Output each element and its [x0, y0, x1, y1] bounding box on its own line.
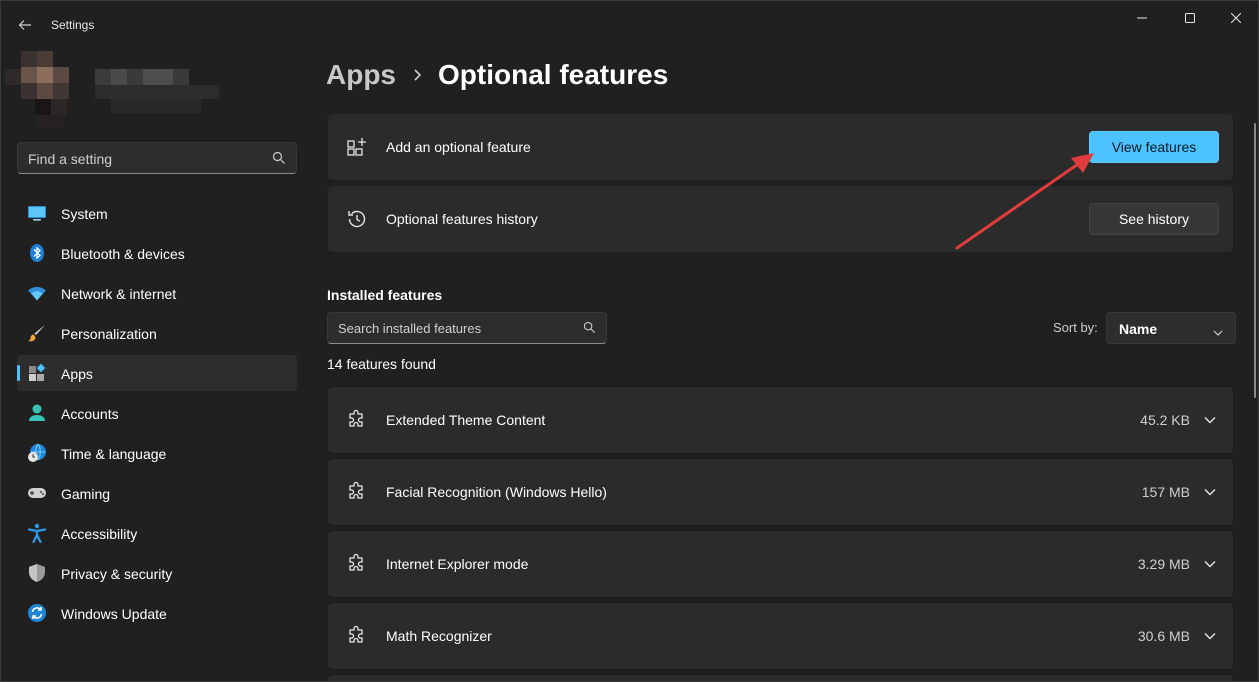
add-optional-feature-card: Add an optional feature View features [327, 113, 1234, 181]
chevron-down-icon[interactable] [1203, 413, 1217, 427]
chevron-down-icon [1213, 324, 1223, 342]
minimize-button[interactable] [1119, 1, 1165, 35]
features-found-count: 14 features found [327, 356, 436, 372]
feature-name: Extended Theme Content [386, 412, 546, 428]
apps-icon [27, 363, 47, 383]
sidebar-item-label: Apps [61, 366, 93, 382]
chevron-down-icon[interactable] [1203, 485, 1217, 499]
sidebar-item-accessibility[interactable]: Accessibility [17, 515, 297, 551]
sidebar-item-network[interactable]: Network & internet [17, 275, 297, 311]
sidebar-item-label: Gaming [61, 486, 111, 502]
sidebar-item-label: Accounts [61, 406, 119, 422]
sidebar-item-gaming[interactable]: Gaming [17, 475, 297, 511]
add-feature-label: Add an optional feature [386, 139, 531, 155]
installed-features-search-input[interactable]: Search installed features [327, 312, 607, 344]
sidebar-item-windows-update[interactable]: Windows Update [17, 595, 297, 631]
maximize-icon [1185, 13, 1195, 23]
sidebar-item-label: Bluetooth & devices [61, 246, 185, 262]
close-button[interactable] [1213, 1, 1258, 35]
sidebar-item-label: Personalization [61, 326, 157, 342]
sidebar-item-label: Time & language [61, 446, 167, 462]
sidebar-item-accounts[interactable]: Accounts [17, 395, 297, 431]
feature-row-partial[interactable] [327, 674, 1234, 681]
feature-name: Internet Explorer mode [386, 556, 529, 572]
gamepad-icon [27, 483, 47, 503]
search-icon [272, 151, 286, 170]
sort-by-value: Name [1119, 321, 1158, 337]
shield-icon [27, 563, 47, 583]
feature-name: Facial Recognition (Windows Hello) [386, 484, 607, 500]
settings-search-input[interactable]: Find a setting [17, 142, 297, 174]
sidebar-item-system[interactable]: System [17, 195, 297, 231]
puzzle-icon [346, 481, 368, 503]
sidebar-item-label: Network & internet [61, 286, 177, 302]
feature-size: 30.6 MB [1137, 628, 1190, 644]
app-title: Settings [51, 18, 95, 32]
feature-name: Math Recognizer [386, 628, 492, 644]
accessibility-icon [27, 523, 47, 544]
feature-size: 3.29 MB [1137, 556, 1190, 572]
update-icon [27, 603, 47, 623]
back-button[interactable] [11, 11, 39, 39]
sidebar-nav: System Bluetooth & devices Network & int… [17, 195, 297, 635]
feature-size: 157 MB [1141, 484, 1190, 500]
sort-by-label: Sort by: [1053, 320, 1098, 335]
sidebar-item-label: Windows Update [61, 606, 167, 622]
sidebar-item-bluetooth[interactable]: Bluetooth & devices [17, 235, 297, 271]
sidebar-item-label: Accessibility [61, 526, 138, 542]
sidebar-item-label: Privacy & security [61, 566, 173, 582]
close-icon [1231, 13, 1241, 23]
settings-window: Settings Find a setting System Bluetooth… [0, 0, 1259, 682]
chevron-down-icon[interactable] [1203, 629, 1217, 643]
optional-features-history-card: Optional features history See history [327, 185, 1234, 253]
brush-icon [27, 323, 47, 343]
back-arrow-icon [18, 20, 31, 30]
feature-row[interactable]: Facial Recognition (Windows Hello) 157 M… [327, 458, 1234, 526]
feature-row[interactable]: Extended Theme Content 45.2 KB [327, 386, 1234, 454]
globe-clock-icon [27, 443, 47, 463]
puzzle-icon [346, 409, 368, 431]
breadcrumb: Apps Optional features [326, 59, 668, 91]
search-placeholder: Find a setting [28, 151, 113, 167]
sidebar-item-label: System [61, 206, 108, 222]
view-features-button[interactable]: View features [1089, 131, 1219, 163]
installed-search-placeholder: Search installed features [338, 321, 482, 336]
chevron-down-icon[interactable] [1203, 557, 1217, 571]
installed-features-heading: Installed features [327, 287, 443, 303]
sidebar-item-privacy-security[interactable]: Privacy & security [17, 555, 297, 591]
bluetooth-icon [27, 243, 47, 263]
search-icon [583, 321, 596, 339]
feature-row[interactable]: Internet Explorer mode 3.29 MB [327, 530, 1234, 598]
sidebar-item-personalization[interactable]: Personalization [17, 315, 297, 351]
see-history-button[interactable]: See history [1089, 203, 1219, 235]
history-icon [346, 208, 368, 230]
sidebar-item-time-language[interactable]: Time & language [17, 435, 297, 471]
add-feature-icon [346, 136, 368, 158]
puzzle-icon [346, 553, 368, 575]
user-profile[interactable] [5, 41, 219, 131]
chevron-right-icon [412, 68, 422, 82]
monitor-icon [27, 203, 47, 223]
history-label: Optional features history [386, 211, 538, 227]
wifi-icon [27, 283, 47, 303]
sidebar-item-apps[interactable]: Apps [17, 355, 297, 391]
maximize-button[interactable] [1167, 1, 1213, 35]
breadcrumb-apps-link[interactable]: Apps [326, 59, 396, 91]
puzzle-icon [346, 625, 368, 647]
sort-by-dropdown[interactable]: Name [1106, 312, 1236, 344]
scrollbar[interactable] [1254, 123, 1256, 398]
person-icon [27, 403, 47, 423]
feature-row[interactable]: Math Recognizer 30.6 MB [327, 602, 1234, 670]
feature-size: 45.2 KB [1140, 412, 1190, 428]
minimize-icon [1137, 17, 1147, 19]
page-title: Optional features [438, 59, 669, 90]
